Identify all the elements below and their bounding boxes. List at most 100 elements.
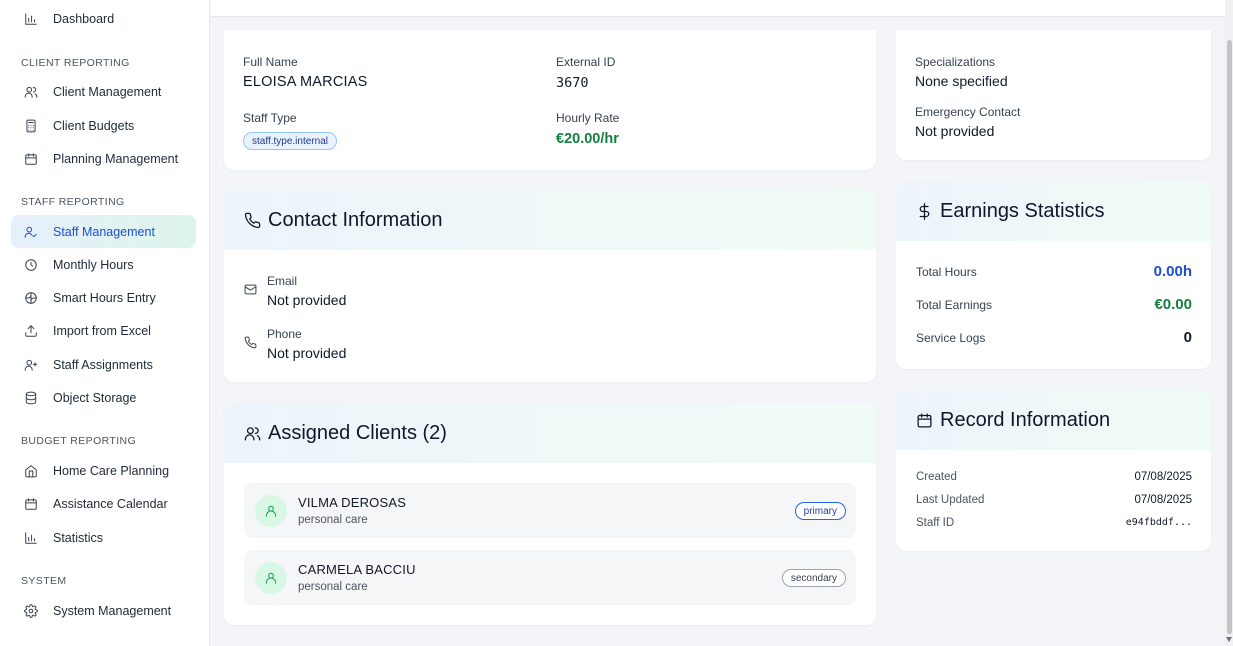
- calculator-icon: [26, 119, 36, 132]
- phone-value: Not provided: [267, 345, 347, 361]
- total-hours-value: 0.00h: [1153, 263, 1192, 280]
- emergency-contact-label: Emergency Contact: [915, 105, 1021, 119]
- specializations-value: None specified: [915, 73, 1008, 89]
- client-role-badge: secondary: [781, 569, 846, 587]
- sidebar-item-label: Dashboard: [53, 11, 115, 26]
- sidebar-item-import-from-excel[interactable]: Import from Excel: [11, 314, 196, 347]
- card-header: Record Information: [896, 390, 1211, 450]
- gear-icon: [24, 603, 38, 618]
- card-title: Assigned Clients (2): [268, 421, 447, 444]
- avatar: [255, 495, 287, 527]
- sidebar-item-staff-management[interactable]: Staff Management: [11, 215, 196, 248]
- phone-icon: [244, 212, 261, 228]
- client-role-badge: primary: [794, 502, 846, 520]
- sidebar-item-smart-hours-entry[interactable]: Smart Hours Entry: [11, 281, 196, 314]
- card-title: Record Information: [940, 408, 1111, 431]
- client-list-item[interactable]: CARMELA BACCIU personal care secondary: [244, 550, 856, 605]
- sidebar-item-client-budgets[interactable]: Client Budgets: [11, 109, 196, 142]
- additional-info-card: Specializations None specified Emergency…: [896, 30, 1211, 160]
- scroll-down-arrow-icon[interactable]: [1226, 637, 1232, 642]
- section-title-staff-reporting: STAFF REPORTING: [21, 196, 125, 208]
- scrollbar-thumb[interactable]: [1227, 40, 1232, 634]
- sidebar-item-label: Assistance Calendar: [53, 496, 168, 511]
- total-hours-label: Total Hours: [916, 265, 977, 279]
- email-label: Email: [267, 274, 298, 288]
- users-icon: [24, 86, 38, 98]
- brain-icon: [25, 291, 37, 304]
- service-logs-value: 0: [1183, 329, 1192, 346]
- section-title-client-reporting: CLIENT REPORTING: [21, 57, 130, 69]
- phone-icon: [244, 336, 257, 349]
- user-icon: [265, 572, 277, 584]
- sidebar-item-planning-management[interactable]: Planning Management: [11, 142, 196, 175]
- record-information-card: Record Information Created 07/08/2025 La…: [896, 390, 1211, 551]
- mail-icon: [244, 284, 257, 295]
- client-name: VILMA DEROSAS: [298, 495, 407, 510]
- full-name-label: Full Name: [243, 55, 298, 69]
- user-plus-icon: [24, 359, 38, 371]
- client-service: personal care: [298, 514, 368, 526]
- home-icon: [25, 464, 37, 477]
- card-header: Earnings Statistics: [896, 181, 1211, 241]
- basic-info-card: Full Name ELOISA MARCIAS External ID 367…: [224, 30, 876, 170]
- last-updated-label: Last Updated: [916, 494, 985, 506]
- avatar: [255, 562, 287, 594]
- contact-information-card: Contact Information Email Not provided P…: [224, 190, 876, 382]
- sidebar-item-label: Client Budgets: [53, 118, 135, 133]
- database-icon: [25, 391, 37, 404]
- card-header: Contact Information: [224, 190, 876, 250]
- user-check-icon: [24, 226, 37, 238]
- created-value: 07/08/2025: [1134, 471, 1192, 483]
- card-header: Assigned Clients (2): [224, 403, 876, 463]
- sidebar-item-system-management[interactable]: System Management: [11, 594, 196, 627]
- sidebar-item-label: Object Storage: [53, 390, 137, 405]
- hourly-rate-label: Hourly Rate: [556, 111, 620, 125]
- sidebar-item-statistics[interactable]: Statistics: [11, 521, 196, 554]
- external-id-label: External ID: [556, 55, 616, 69]
- total-earnings-label: Total Earnings: [916, 298, 993, 312]
- users-icon: [244, 426, 261, 441]
- external-id-value: 3670: [556, 75, 589, 91]
- sidebar-item-client-management[interactable]: Client Management: [11, 75, 196, 108]
- sidebar-item-label: System Management: [53, 603, 172, 618]
- phone-label: Phone: [267, 327, 302, 341]
- top-header-bar: [211, 0, 1233, 17]
- bar-chart-icon: [25, 531, 37, 544]
- sidebar-item-label: Planning Management: [53, 151, 179, 166]
- staff-type-badge: staff.type.internal: [243, 132, 337, 150]
- client-name: CARMELA BACCIU: [298, 562, 416, 577]
- calendar-icon: [917, 412, 932, 428]
- calendar-icon: [25, 152, 37, 165]
- sidebar-item-label: Staff Assignments: [53, 357, 153, 372]
- user-icon: [265, 505, 277, 517]
- email-value: Not provided: [267, 292, 347, 308]
- sidebar-item-object-storage[interactable]: Object Storage: [11, 381, 196, 414]
- sidebar-item-label: Client Management: [53, 84, 162, 99]
- clock-icon: [25, 258, 37, 271]
- sidebar-item-dashboard[interactable]: Dashboard: [11, 2, 196, 35]
- staff-id-label: Staff ID: [916, 517, 955, 529]
- section-title-budget-reporting: BUDGET REPORTING: [21, 435, 137, 447]
- sidebar: Dashboard CLIENT REPORTING Client Manage…: [0, 0, 210, 646]
- card-title: Contact Information: [268, 208, 443, 231]
- service-logs-label: Service Logs: [916, 331, 986, 345]
- sidebar-item-staff-assignments[interactable]: Staff Assignments: [11, 348, 196, 381]
- sidebar-item-home-care-planning[interactable]: Home Care Planning: [11, 454, 196, 487]
- specializations-label: Specializations: [915, 55, 996, 69]
- sidebar-item-label: Statistics: [53, 530, 104, 545]
- sidebar-item-assistance-calendar[interactable]: Assistance Calendar: [11, 487, 196, 520]
- bar-chart-icon: [25, 12, 37, 25]
- sidebar-item-monthly-hours[interactable]: Monthly Hours: [11, 248, 196, 281]
- client-service: personal care: [298, 581, 368, 593]
- full-name-value: ELOISA MARCIAS: [243, 74, 368, 90]
- staff-id-value: e94fbddf...: [1125, 517, 1192, 528]
- last-updated-value: 07/08/2025: [1134, 494, 1192, 506]
- sidebar-item-label: Smart Hours Entry: [53, 290, 156, 305]
- sidebar-item-label: Home Care Planning: [53, 463, 170, 478]
- sidebar-item-label: Staff Management: [53, 224, 155, 239]
- client-list-item[interactable]: VILMA DEROSAS personal care primary: [244, 483, 856, 538]
- created-label: Created: [916, 471, 957, 483]
- assigned-clients-card: Assigned Clients (2) VILMA DEROSAS perso…: [224, 403, 876, 625]
- dollar-sign-icon: [919, 202, 930, 220]
- sidebar-item-label: Monthly Hours: [53, 257, 134, 272]
